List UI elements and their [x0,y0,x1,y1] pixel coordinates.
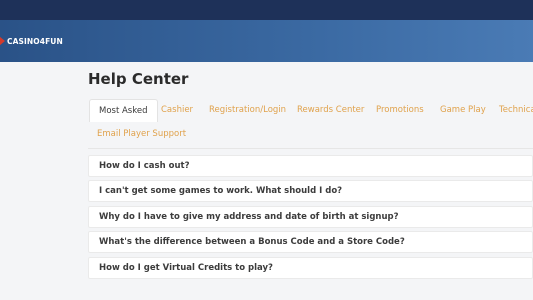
tab-game-play[interactable]: Game Play [440,105,486,115]
logo-mark-icon [0,36,5,46]
tab-registration-login[interactable]: Registration/Login [209,105,286,115]
top-bar [0,0,533,20]
tab-cashier[interactable]: Cashier [161,105,193,115]
tab-rewards-center[interactable]: Rewards Center [297,105,364,115]
brand-name: CASINO4FUN [7,36,63,46]
tab-email-player-support[interactable]: Email Player Support [97,129,186,139]
faq-item[interactable]: Why do I have to give my address and dat… [88,206,533,228]
faq-item[interactable]: How do I cash out? [88,155,533,177]
faq-question: How do I get Virtual Credits to play? [99,263,273,273]
faq-question: What's the difference between a Bonus Co… [99,237,405,247]
tab-technical[interactable]: Technica [499,105,533,115]
page-title: Help Center [88,70,189,88]
tab-promotions[interactable]: Promotions [376,105,424,115]
help-tabs: Most Asked Cashier Registration/Login Re… [88,98,533,148]
faq-item[interactable]: What's the difference between a Bonus Co… [88,231,533,253]
tab-most-asked[interactable]: Most Asked [89,99,158,122]
faq-question: How do I cash out? [99,161,190,171]
brand-logo[interactable]: CASINO4FUN [0,20,63,62]
site-header: CASINO4FUN [0,20,533,62]
faq-question: I can't get some games to work. What sho… [99,186,343,196]
faq-question: Why do I have to give my address and dat… [99,212,399,222]
tabs-divider [88,148,533,149]
faq-item[interactable]: How do I get Virtual Credits to play? [88,257,533,279]
faq-item[interactable]: I can't get some games to work. What sho… [88,180,533,202]
